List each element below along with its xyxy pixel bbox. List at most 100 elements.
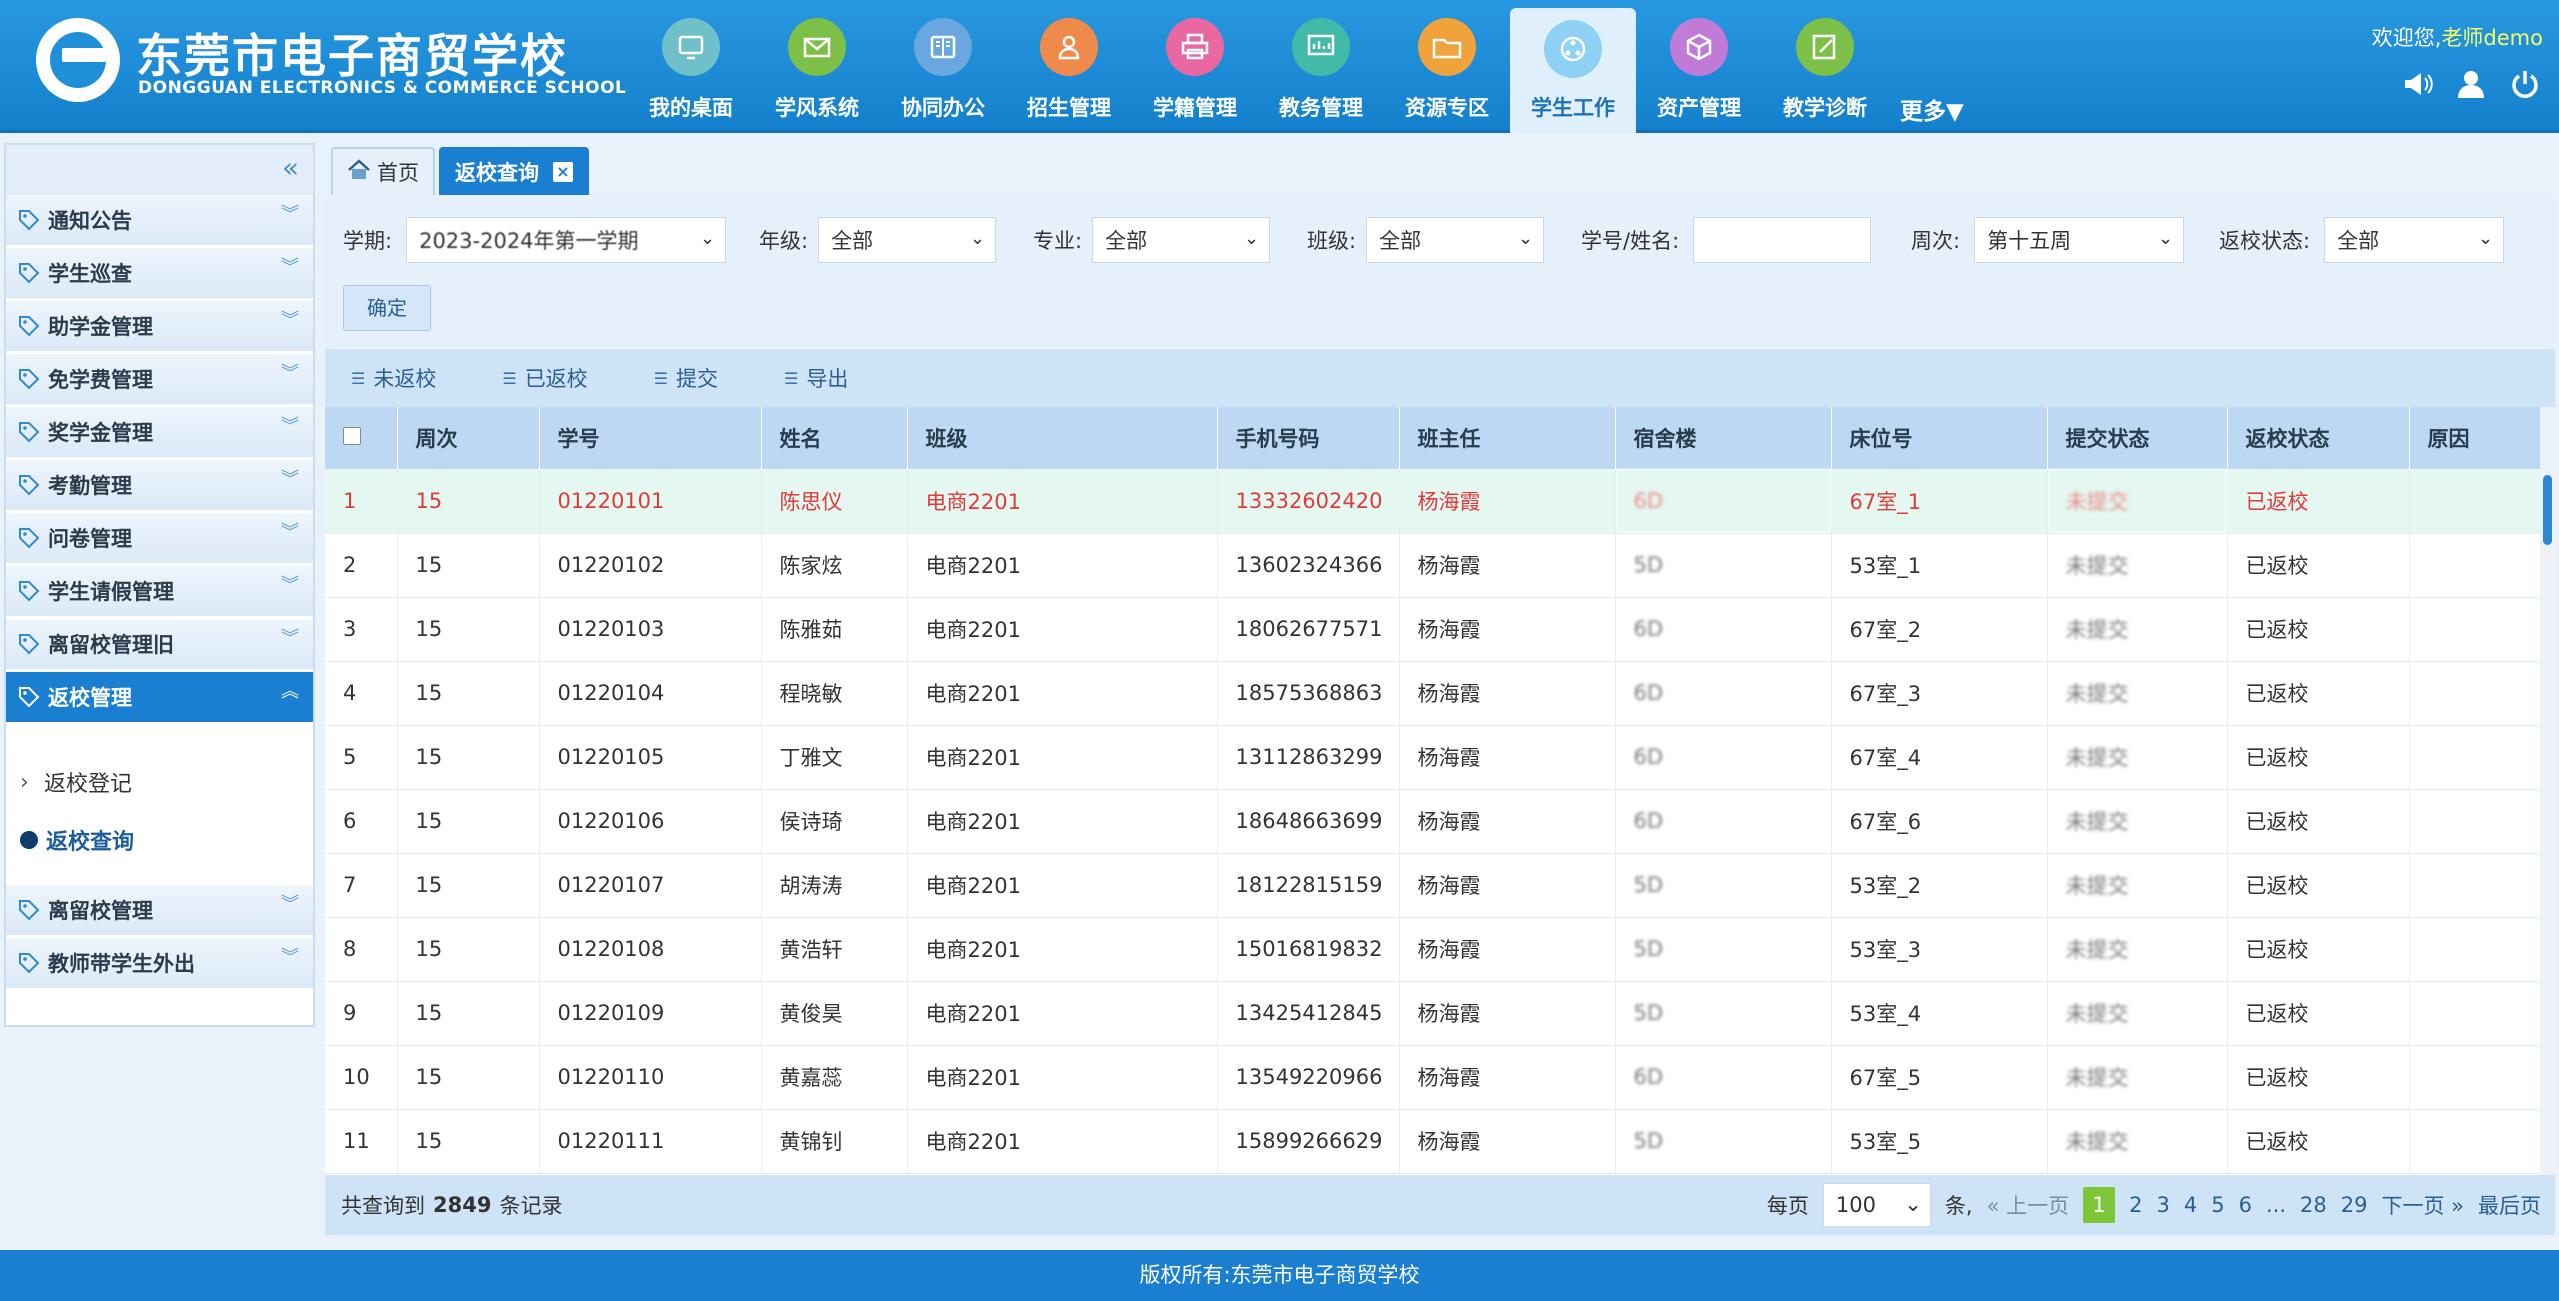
sidebar-item[interactable]: 奖学金管理 ︾ [6,407,313,460]
page-number-link[interactable]: 29 [2341,1193,2368,1217]
cell-text: 18122815159 [1235,873,1383,897]
column-header[interactable]: 手机号码 [1217,407,1400,469]
page-number-link[interactable]: 28 [2300,1193,2327,1217]
table-row[interactable]: 2 15 01220102 陈家炫 电商2201 13602324366 杨海霞 5D 53室_… [325,533,2540,598]
page-number-link[interactable]: 1 [2083,1187,2116,1223]
last-page-link[interactable]: 最后页 [2478,1190,2541,1220]
id-name-input[interactable] [1693,217,1872,263]
cell-text: 电商2201 [925,682,1021,706]
sidebar-item[interactable]: 考勤管理 ︾ [6,460,313,513]
nav-item-8[interactable]: 学生工作 [1510,8,1636,133]
submenu-return-register[interactable]: › 返校登记 [20,753,313,811]
nav-item-4[interactable]: 招生管理 [1006,0,1132,133]
table-row[interactable]: 5 15 01220105 丁雅文 电商2201 13112863299 杨海霞 6D 67室_… [325,725,2540,790]
sidebar-item[interactable]: 问卷管理 ︾ [6,513,313,566]
table-row[interactable]: 3 15 01220103 陈雅茹 电商2201 18062677571 杨海霞 6D 67室_… [325,597,2540,662]
cell-text: 67室_5 [1849,1066,1922,1090]
grade-select[interactable]: 全部 ⌄ [818,217,997,263]
power-logout-icon[interactable] [2507,66,2543,102]
nav-item-2[interactable]: 学风系统 [754,0,880,133]
cell-text: 4 [343,681,357,705]
page-number-link[interactable]: 2 [2129,1193,2142,1217]
scrollbar-thumb[interactable] [2543,475,2552,545]
toolbar-button-4[interactable]: ☰ 导出 [784,363,848,393]
sidebar-item-return-management[interactable]: 返校管理 ︽ [6,672,313,725]
column-header[interactable]: 班级 [907,407,1218,469]
cell-text: 未提交 [2065,1066,2129,1090]
column-header[interactable]: 姓名 [761,407,908,469]
school-logo[interactable]: 东莞市电子商贸学校 DONGGUAN ELECTRONICS & COMMERC… [36,18,626,102]
nav-item-10[interactable]: 教学诊断 [1762,0,1888,133]
sidebar-item[interactable]: 离留校管理 ︾ [6,885,313,938]
table-row[interactable]: 4 15 01220104 程晓敏 电商2201 18575368863 杨海霞 6D 67室_… [325,661,2540,726]
table-cell: 67室_4 [1831,725,2048,790]
sidebar-item[interactable]: 免学费管理 ︾ [6,354,313,407]
column-header[interactable]: 返校状态 [2227,407,2410,469]
sidebar-item[interactable]: 教师带学生外出 ︾ [6,938,313,991]
cell-text: 01220111 [557,1129,665,1153]
page-number-link[interactable]: 5 [2211,1193,2224,1217]
confirm-button[interactable]: 确定 [343,285,431,331]
table-row[interactable]: 1 15 01220101 陈思仪 电商2201 13332602420 杨海霞 6D 67室_… [325,469,2540,534]
column-header[interactable]: 提交状态 [2047,407,2228,469]
sidebar-collapse-icon[interactable]: « [6,145,313,195]
sidebar-item[interactable]: 学生请假管理 ︾ [6,566,313,619]
per-page-select[interactable]: 100 ⌄ [1822,1183,1931,1227]
tab-home[interactable]: 首页 [331,147,435,195]
user-name[interactable]: 老师demo [2441,26,2543,50]
nav-item-5[interactable]: 学籍管理 [1132,0,1258,133]
nav-item-6[interactable]: 教务管理 [1258,0,1384,133]
column-header[interactable]: 班主任 [1399,407,1616,469]
submenu-return-query[interactable]: 返校查询 [20,811,313,869]
nav-item-1[interactable]: 我的桌面 [628,0,754,133]
table-cell: 已返校 [2227,661,2410,726]
column-header[interactable]: 学号 [539,407,762,469]
column-header[interactable]: 床位号 [1831,407,2048,469]
page-number-link[interactable]: 3 [2156,1193,2169,1217]
table-row[interactable]: 9 15 01220109 黄俊昊 电商2201 13425412845 杨海霞 5D 53室_… [325,981,2540,1046]
table-row[interactable]: 11 15 01220111 黄锦钊 电商2201 15899266629 杨海霞 5D 53室… [325,1109,2540,1174]
table-scrollbar[interactable] [2540,469,2555,1175]
chevron-down-icon: ︾ [281,522,299,543]
announcement-icon[interactable] [2399,66,2435,102]
more-menu-button[interactable]: 更多▼ [1900,92,1964,126]
nav-item-3[interactable]: 协同办公 [880,0,1006,133]
sidebar-item[interactable]: 通知公告 ︾ [6,195,313,248]
status-select[interactable]: 全部 ⌄ [2324,217,2505,263]
term-select[interactable]: 2023-2024年第一学期 ⌄ [406,217,727,263]
toolbar-button-2[interactable]: ☰ 已返校 [502,363,587,393]
cell-text: 01220110 [557,1065,665,1089]
tab-return-query[interactable]: 返校查询 × [439,147,589,195]
table-row[interactable]: 7 15 01220107 胡涛涛 电商2201 18122815159 杨海霞 5D 53室_… [325,853,2540,918]
prev-page-link[interactable]: « 上一页 [1987,1190,2070,1220]
table-cell: 15 [397,981,540,1046]
major-select[interactable]: 全部 ⌄ [1092,217,1271,263]
total-suffix: 条记录 [499,1194,563,1218]
column-header[interactable]: 周次 [397,407,540,469]
nav-item-9[interactable]: 资产管理 [1636,0,1762,133]
sidebar-item[interactable]: 离留校管理旧 ︾ [6,619,313,672]
sidebar-item[interactable]: 学生巡查 ︾ [6,248,313,301]
column-header[interactable]: 宿舍楼 [1615,407,1832,469]
table-cell [2409,853,2540,918]
toolbar-button-1[interactable]: ☰ 未返校 [351,363,436,393]
table-row[interactable]: 10 15 01220110 黄嘉蕊 电商2201 13549220966 杨海霞 6D 67室… [325,1045,2540,1110]
filter-panel: 学期: 2023-2024年第一学期 ⌄ 年级: 全部 ⌄ 专业: 全部 ⌄ 班级: 全部 ⌄ … [325,197,2555,347]
week-select[interactable]: 第十五周 ⌄ [1974,217,2185,263]
sidebar-item[interactable]: 助学金管理 ︾ [6,301,313,354]
submenu-label: 返校登记 [44,772,133,797]
page-number-link[interactable]: 6 [2239,1193,2252,1217]
table-cell: 电商2201 [907,853,1218,918]
class-select[interactable]: 全部 ⌄ [1366,217,1545,263]
next-page-link[interactable]: 下一页 » [2381,1190,2464,1220]
nav-item-7[interactable]: 资源专区 [1384,0,1510,133]
page-number-link[interactable]: 4 [2184,1193,2197,1217]
table-row[interactable]: 6 15 01220106 侯诗琦 电商2201 18648663699 杨海霞 6D 67室_… [325,789,2540,854]
close-tab-icon[interactable]: × [553,162,573,182]
user-profile-icon[interactable] [2453,66,2489,102]
table-cell: 已返校 [2227,1045,2410,1110]
column-header[interactable]: 原因 [2409,407,2540,469]
table-row[interactable]: 8 15 01220108 黄浩轩 电商2201 15016819832 杨海霞 5D 53室_… [325,917,2540,982]
select-all-checkbox[interactable] [343,427,361,445]
toolbar-button-3[interactable]: ☰ 提交 [654,363,718,393]
